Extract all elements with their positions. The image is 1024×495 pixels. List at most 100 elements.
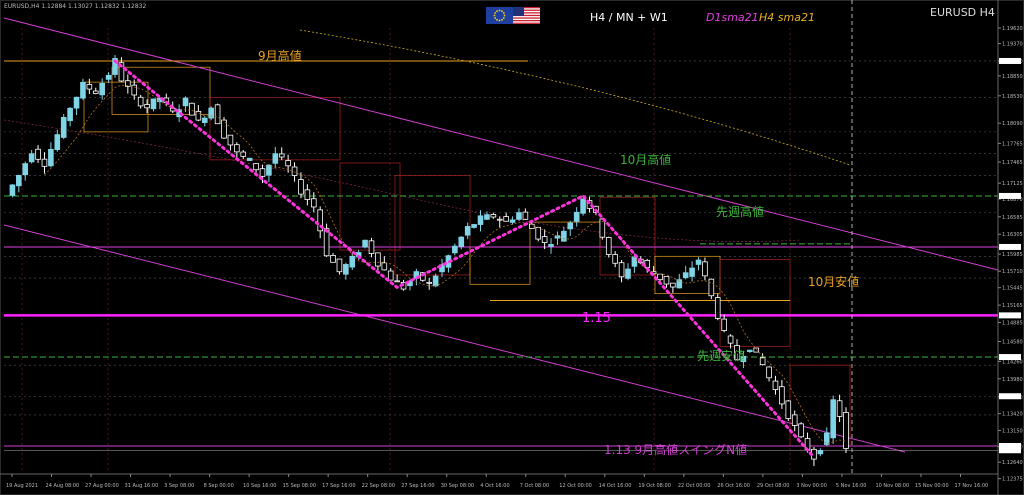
candle-body [605, 237, 612, 255]
price-tick-label: 1.14885 [1002, 321, 1023, 327]
price-axis-highlight [999, 447, 1021, 454]
time-tick-label: 10 Sep 16:00 [243, 483, 276, 489]
candle-body [137, 96, 144, 107]
candle-body [490, 214, 497, 218]
candle-body [150, 98, 157, 110]
price-tick-label: 1.17125 [1002, 181, 1023, 187]
price-tick-label: 1.14580 [1002, 340, 1023, 346]
price-tick-label: 1.17465 [1002, 160, 1023, 166]
candle-body [529, 223, 535, 229]
candle-body [253, 163, 259, 171]
time-tick-label: 24 Aug 08:00 [46, 483, 80, 489]
candle-body [631, 256, 638, 267]
price-tick-label: 1.16585 [1002, 215, 1023, 221]
time-tick-label: 5 Nov 16:00 [836, 483, 867, 489]
price-tick-label: 1.18530 [1002, 94, 1023, 100]
candle-body [779, 386, 785, 405]
price-tick-label: 1.17765 [1002, 141, 1023, 147]
candle-body [695, 259, 702, 265]
price-tick-label: 1.12375 [1002, 477, 1023, 483]
candle-body [432, 275, 439, 287]
candle-body [343, 264, 349, 275]
candle-body [682, 272, 689, 279]
candle-body [22, 163, 29, 176]
time-tick-label: 26 Oct 16:00 [717, 483, 750, 489]
candle-body [144, 104, 150, 109]
candle-body [541, 236, 548, 243]
price-axis-highlight [999, 243, 1021, 250]
candle-body [612, 254, 618, 264]
candle-body [458, 236, 465, 247]
timeframes-label: H4 / MN + W1 [590, 11, 668, 24]
candle-body [625, 268, 631, 279]
time-tick-label: 14 Oct 16:00 [599, 483, 632, 489]
candle-body [375, 252, 381, 267]
candle-body [759, 357, 766, 366]
time-tick-label: 4 Oct 16:00 [480, 483, 509, 489]
candle-body [381, 262, 388, 271]
candle-body [657, 273, 663, 281]
candle-body [323, 228, 330, 257]
price-tick-label: 1.15985 [1002, 252, 1023, 258]
candle-body [54, 134, 61, 150]
price-axis-highlight [999, 312, 1021, 319]
channel-upper-line [3, 17, 999, 271]
time-tick-label: 17 Sep 16:00 [322, 483, 355, 489]
candle-body [580, 198, 586, 214]
candle-body [618, 262, 625, 278]
sep-high-label: 9月高値 [258, 48, 302, 63]
candle-body [753, 347, 760, 353]
candle-body [60, 116, 67, 138]
candle-body [766, 366, 772, 379]
candle-body [426, 281, 433, 284]
candle-body [509, 219, 516, 223]
price-axis-highlight [999, 393, 1021, 400]
time-tick-label: 22 Oct 00:00 [678, 483, 711, 489]
price-tick-label: 1.14260 [1002, 359, 1023, 365]
time-tick-label: 31 Aug 16:00 [125, 483, 159, 489]
candle-body [573, 211, 580, 222]
candle-body [471, 224, 477, 228]
oct-high-label: 10月高値 [620, 152, 671, 167]
candle-body [310, 198, 317, 208]
candle-body [772, 380, 779, 390]
price-tick-label: 1.12640 [1002, 460, 1023, 466]
candle-body [561, 230, 567, 242]
candle-body [721, 318, 727, 331]
price-tick-label: 1.16305 [1002, 232, 1023, 238]
candle-body [105, 74, 112, 80]
candle-body [67, 107, 73, 122]
price-tick-label: 1.19370 [1002, 42, 1023, 48]
eu-flag-icon [486, 7, 513, 24]
time-tick-label: 7 Oct 08:00 [520, 483, 549, 489]
level-115-label: 1.15 [582, 311, 611, 326]
last-week-low-label: 先週安値 [697, 348, 745, 363]
price-tick-label: 1.19620 [1002, 26, 1023, 32]
candle-body [189, 102, 195, 116]
price-tick-label: 1.18090 [1002, 121, 1023, 127]
candle-body [702, 261, 708, 277]
candle-body [99, 82, 105, 96]
candle-body [785, 400, 792, 419]
candle-body [234, 144, 240, 153]
candle-body [689, 267, 695, 277]
price-tick-label: 1.13980 [1002, 377, 1023, 383]
candle-body [387, 270, 394, 281]
symbol-title: EURUSD H4 [930, 6, 995, 19]
candle-body [227, 134, 234, 146]
candle-body [285, 160, 291, 167]
candle-body [670, 282, 676, 288]
candle-body [362, 239, 368, 248]
candle-body [791, 414, 798, 426]
candle-body [394, 280, 400, 283]
time-tick-label: 3 Sep 08:00 [164, 483, 194, 489]
price-axis-highlight [999, 354, 1021, 361]
candle-body [259, 168, 266, 177]
candle-body [452, 245, 458, 254]
price-tick-label: 1.13150 [1002, 428, 1023, 434]
candle-body [830, 399, 836, 439]
candle-body [330, 255, 336, 263]
mn-sma-line [3, 119, 801, 242]
price-chart[interactable]: 1.196201.193701.190901.188501.185301.180… [0, 0, 1024, 495]
level-113-label: 1.13 9月高値スイングN値 [604, 442, 747, 457]
